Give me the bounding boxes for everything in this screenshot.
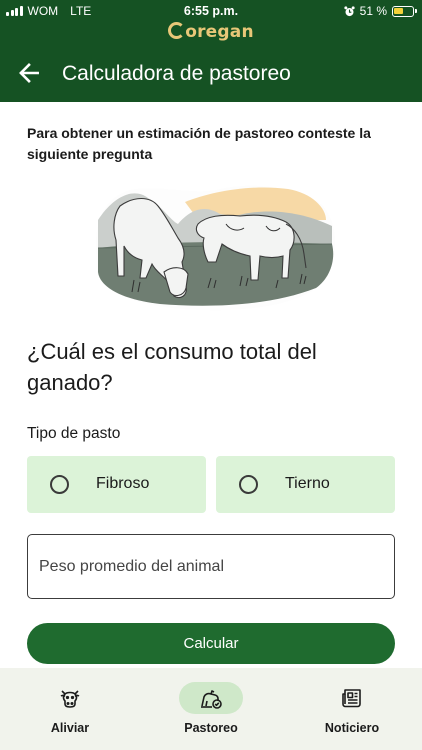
nav-label: Pastoreo [184,721,238,735]
pasture-option-tierno[interactable]: Tierno [216,456,395,513]
nav-item-pastoreo[interactable]: Pastoreo [141,668,281,750]
grazing-cattle-illustration [95,185,336,311]
nav-item-noticiero[interactable]: Noticiero [282,668,422,750]
nav-label: Aliviar [50,721,90,735]
bottom-navigation: Aliviar Pastoreo Noticiero [0,668,422,750]
nav-item-aliviar[interactable]: Aliviar [0,668,140,750]
intro-text: Para obtener un estimación de pastoreo c… [27,125,371,162]
pasture-option-fibroso[interactable]: Fibroso [27,456,206,513]
alarm-icon [344,5,355,16]
battery-icon [392,5,417,17]
pasture-option-label: Tierno [285,475,330,492]
battery-percent: 51 % [359,4,387,18]
pasture-option-label: Fibroso [96,475,150,492]
app-bar: Calculadora de pastoreo [0,50,422,98]
nav-label: Noticiero [324,721,380,735]
grazing-icon [201,690,222,709]
newspaper-icon [342,689,361,708]
calculate-button[interactable]: Calcular [27,623,395,664]
average-weight-field[interactable] [27,534,395,599]
coregan-logo: oregan [0,22,422,42]
app-header: WOM LTE 6:55 p.m. 51 % oregan Calculador… [0,0,422,102]
status-bar: WOM LTE 6:55 p.m. 51 % [0,0,422,22]
back-arrow-icon[interactable] [16,60,42,86]
page-title: Calculadora de pastoreo [62,62,291,85]
radio-icon[interactable] [50,475,69,494]
pasture-type-label: Tipo de pasto [27,425,121,442]
question-heading: ¿Cuál es el consumo total del ganado? [27,339,317,395]
average-weight-input[interactable] [39,553,379,581]
radio-icon[interactable] [239,475,258,494]
cow-icon [60,690,80,708]
